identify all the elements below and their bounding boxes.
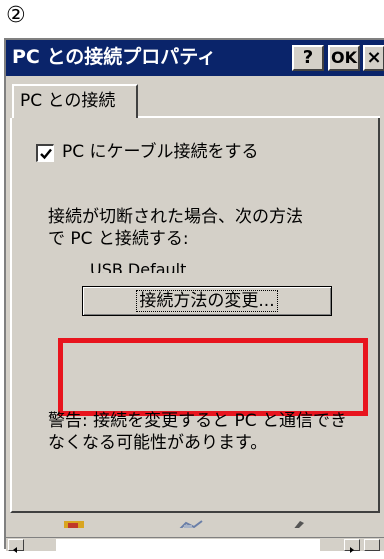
network-icon[interactable] — [176, 516, 204, 528]
cable-connection-label[interactable]: PC にケーブル接続をする — [62, 140, 259, 164]
change-connection-method-button[interactable]: 接続方法の変更... — [82, 286, 332, 316]
tab-bar: PC との接続 — [6, 76, 384, 118]
scroll-track[interactable] — [56, 539, 320, 551]
arrow-left-icon — [13, 547, 17, 553]
current-connection-method: USB Default — [90, 260, 187, 273]
cable-connection-checkbox[interactable] — [36, 144, 54, 162]
connection-info-line-2: で PC と接続する: — [48, 229, 189, 249]
checkmark-icon — [40, 148, 52, 160]
arrow-right-icon — [350, 547, 354, 553]
connection-info-line-1: 接続が切断された場合、次の方法 — [48, 207, 303, 227]
title-bar: PC との接続プロパティ ? OK × — [6, 40, 384, 76]
scroll-right-button[interactable] — [344, 539, 360, 553]
warning-line-2: なくなる可能性があります。 — [48, 433, 268, 453]
tab-panel: PC にケーブル接続をする 接続が切断された場合、次の方法 で PC と接続する… — [10, 118, 380, 513]
properties-dialog: PC との接続プロパティ ? OK × PC との接続 PC にケーブル接続をす… — [4, 38, 384, 553]
pen-icon[interactable] — [284, 516, 312, 528]
change-connection-method-label: 接続方法の変更... — [136, 290, 278, 312]
window-title: PC との接続プロパティ — [12, 46, 217, 68]
connection-info-text: 接続が切断された場合、次の方法 で PC と接続する: — [48, 206, 303, 250]
tab-pc-connection[interactable]: PC との接続 — [12, 84, 138, 118]
folder-icon[interactable] — [60, 516, 88, 528]
scroll-right-end-button[interactable] — [364, 539, 380, 551]
highlight-box — [58, 338, 368, 416]
warning-line-1: 警告: 接続を変更すると PC と通信でき — [48, 411, 348, 431]
bottom-bar — [6, 516, 384, 553]
close-button[interactable]: × — [363, 45, 384, 71]
scroll-left-button[interactable] — [8, 539, 24, 553]
step-number-marker: ② — [6, 3, 26, 28]
warning-text: 警告: 接続を変更すると PC と通信でき なくなる可能性があります。 — [48, 410, 347, 454]
help-button[interactable]: ? — [292, 45, 324, 71]
ok-button[interactable]: OK — [328, 45, 360, 71]
